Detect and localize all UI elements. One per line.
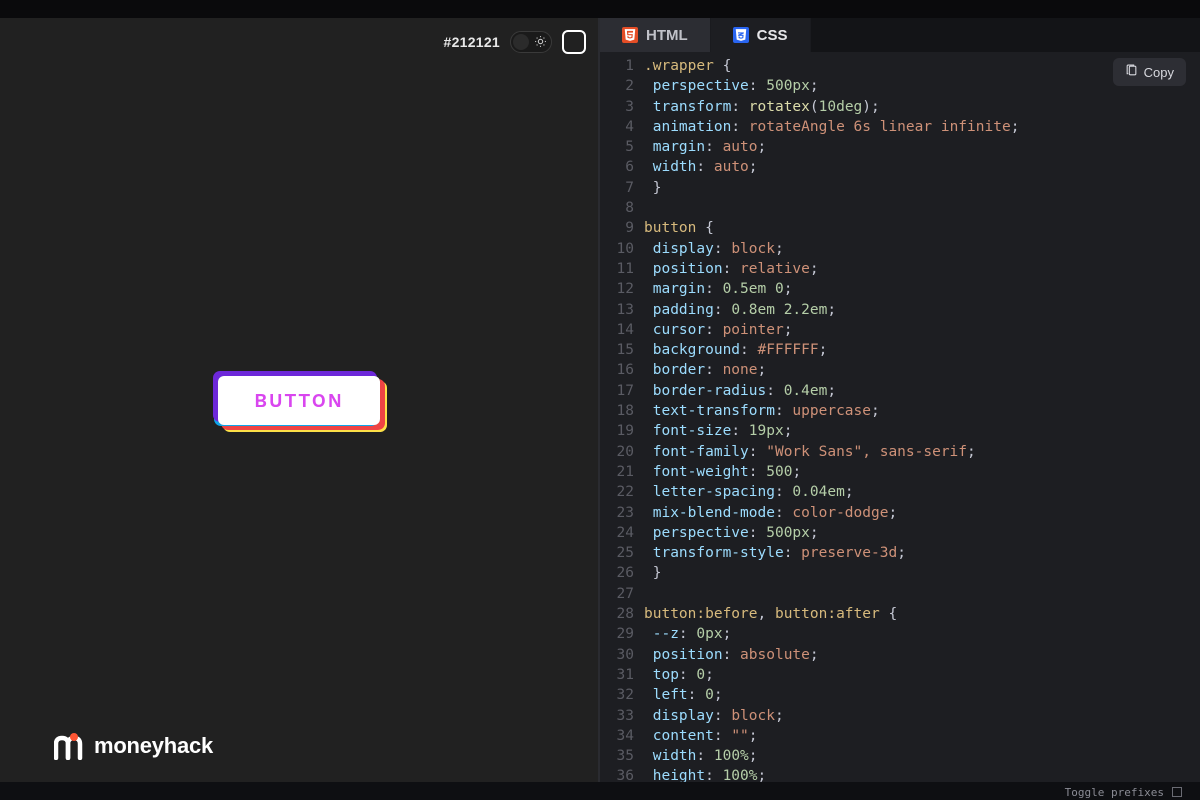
sun-icon bbox=[534, 35, 547, 51]
status-bar: Toggle prefixes bbox=[0, 782, 1200, 800]
toggle-prefixes-label[interactable]: Toggle prefixes bbox=[1065, 786, 1164, 799]
code-editor[interactable]: 1234567891011121314151617181920212223242… bbox=[600, 52, 1200, 782]
preview-pane: #212121 BUTTON moneyhack bbox=[0, 18, 598, 782]
brand-name: moneyhack bbox=[94, 733, 213, 759]
code-content: .wrapper { perspective: 500px; transform… bbox=[644, 56, 1200, 782]
line-number-gutter: 1234567891011121314151617181920212223242… bbox=[600, 56, 644, 782]
copy-button[interactable]: Copy bbox=[1113, 58, 1186, 86]
main-split: #212121 BUTTON moneyhack bbox=[0, 18, 1200, 782]
tab-label: HTML bbox=[646, 27, 688, 44]
window-titlebar bbox=[0, 0, 1200, 18]
editor-tabs: HTML CSS bbox=[600, 18, 1200, 52]
code-pane: HTML CSS Copy 12345678910111213141516171… bbox=[598, 18, 1200, 782]
toggle-prefixes-checkbox[interactable] bbox=[1172, 787, 1182, 797]
brand-watermark: moneyhack bbox=[54, 732, 213, 760]
clipboard-icon bbox=[1125, 64, 1138, 80]
preview-controls: #212121 bbox=[444, 30, 586, 54]
demo-button-wrapper: BUTTON bbox=[218, 376, 379, 425]
tab-html[interactable]: HTML bbox=[600, 18, 711, 52]
copy-label: Copy bbox=[1144, 65, 1174, 80]
color-picker-swatch[interactable] bbox=[562, 30, 586, 54]
brand-logo-icon bbox=[54, 732, 86, 760]
tab-css[interactable]: CSS bbox=[711, 18, 811, 52]
background-hex-label: #212121 bbox=[444, 34, 500, 50]
tab-label: CSS bbox=[757, 27, 788, 44]
theme-toggle[interactable] bbox=[510, 31, 552, 53]
demo-button[interactable]: BUTTON bbox=[218, 376, 379, 425]
html5-icon bbox=[622, 27, 638, 43]
toggle-knob bbox=[513, 34, 529, 50]
css3-icon bbox=[733, 27, 749, 43]
